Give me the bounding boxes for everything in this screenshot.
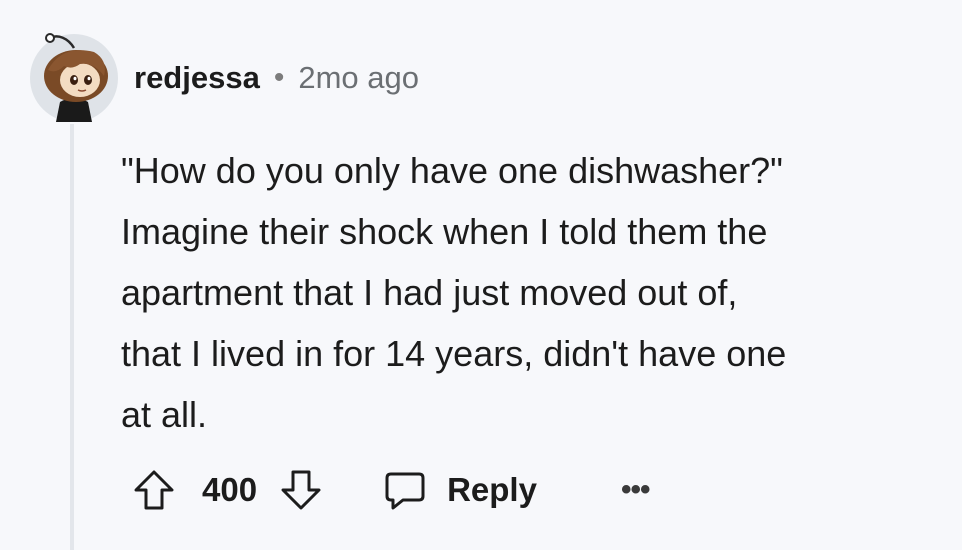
- comment-line: Imagine their shock when I told them the: [121, 211, 768, 252]
- comment-line: apartment that I had just moved out of,: [121, 272, 738, 313]
- more-options-button[interactable]: •••: [621, 473, 650, 507]
- comment-line: that I lived in for 14 years, didn't hav…: [121, 333, 787, 374]
- separator-dot: •: [273, 61, 285, 94]
- username-link[interactable]: redjessa: [134, 60, 260, 96]
- comment-line: at all.: [121, 394, 208, 435]
- upvote-arrow-icon[interactable]: [132, 468, 176, 512]
- vote-score: 400: [202, 471, 258, 508]
- speech-bubble-icon: [385, 472, 425, 510]
- timestamp[interactable]: 2mo ago: [298, 60, 419, 96]
- comment-header: redjessa • 2mo ago: [134, 58, 419, 98]
- downvote-arrow-icon[interactable]: [279, 468, 323, 512]
- user-avatar[interactable]: [28, 30, 120, 122]
- comment-body: "How do you only have one dishwasher?" I…: [121, 140, 941, 445]
- comment-line: "How do you only have one dishwasher?": [121, 150, 783, 191]
- reply-label: Reply: [447, 471, 537, 508]
- thread-line[interactable]: [70, 124, 74, 550]
- reply-button[interactable]: Reply: [383, 468, 537, 512]
- comment-actions: 400 Reply •••: [132, 462, 650, 518]
